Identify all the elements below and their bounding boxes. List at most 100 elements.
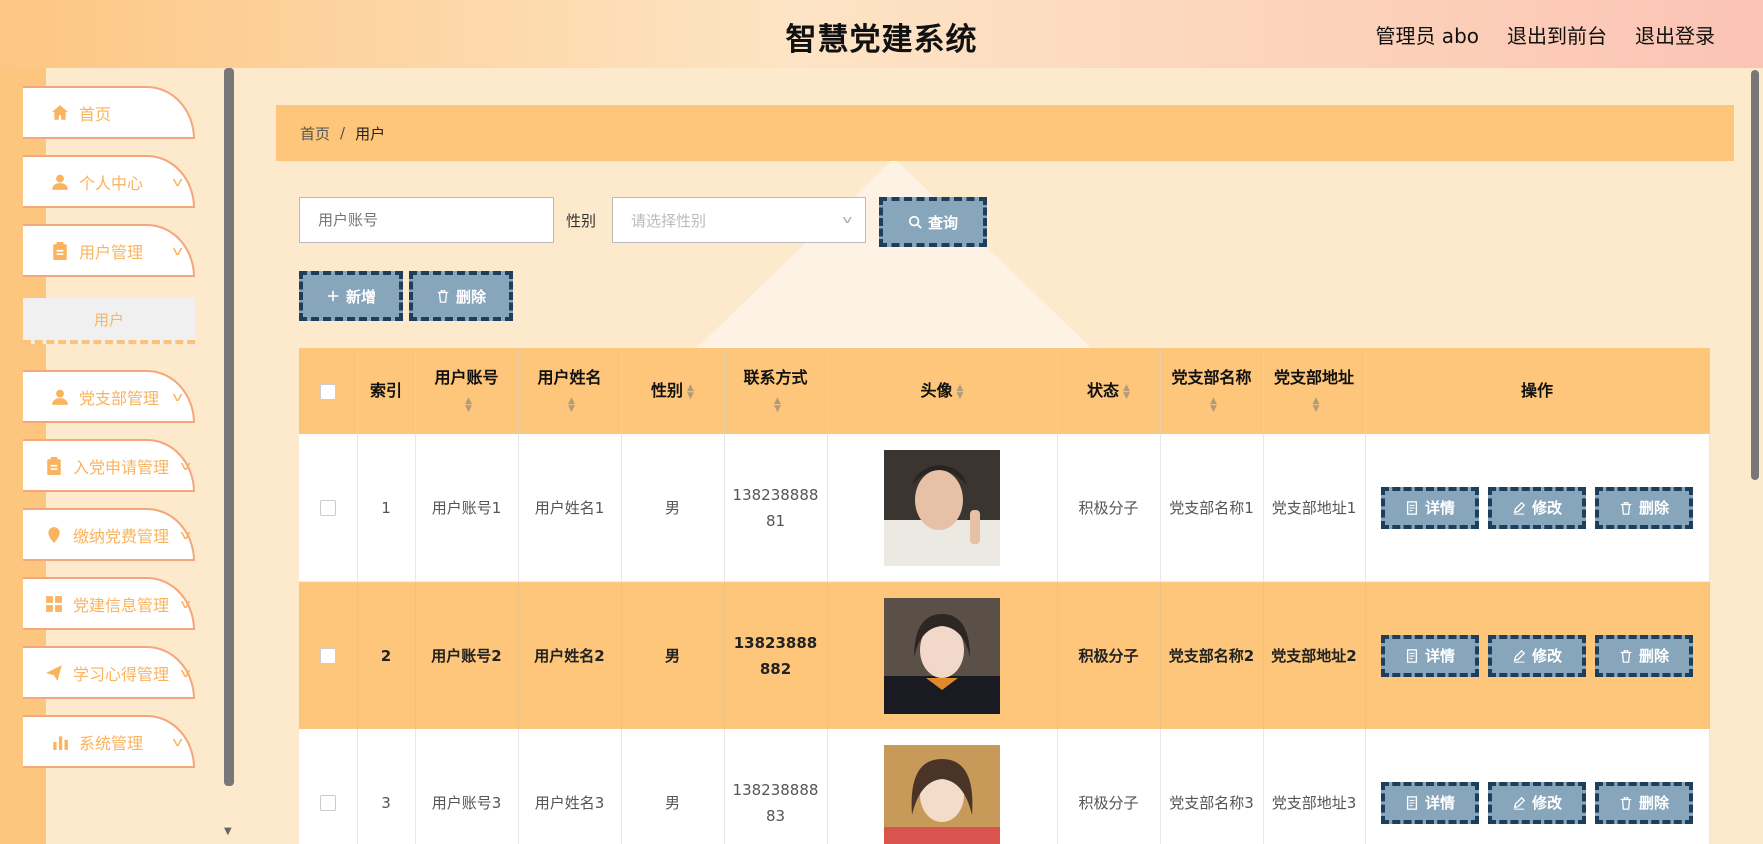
cell-gender: 男 bbox=[621, 434, 725, 582]
sidebar: 首页 个人中心 v 用户管理 v 用户 党支部管理 v 入党申请管理 v 缴纳党… bbox=[0, 68, 236, 844]
logout-link[interactable]: 退出登录 bbox=[1635, 20, 1715, 49]
pencil-icon bbox=[1513, 796, 1526, 810]
table-header-row: 索引 用户账号 ▲ ▼ 用户姓名 ▲ ▼ 性别 ▲ ▼ 联系方式 ▲ ▼ 头像 ▲ ▼ 状态 ▲ ▼ 党… bbox=[299, 348, 1710, 434]
sort-icon[interactable]: ▲ ▼ bbox=[1123, 383, 1130, 400]
delete-button[interactable]: 删除 bbox=[1595, 781, 1693, 824]
sidebar-item-dues-management[interactable]: 缴纳党费管理 v bbox=[23, 508, 195, 561]
gender-select-placeholder: 请选择性别 bbox=[631, 211, 707, 230]
row-checkbox[interactable] bbox=[319, 795, 336, 811]
sidebar-item-user-management[interactable]: 用户管理 v bbox=[23, 224, 195, 277]
person-icon bbox=[51, 388, 69, 406]
edit-button[interactable]: 修改 bbox=[1488, 634, 1586, 677]
edit-button[interactable]: 修改 bbox=[1488, 486, 1586, 529]
header-gender[interactable]: 性别 ▲ ▼ bbox=[621, 348, 725, 434]
chevron-down-icon: v bbox=[180, 666, 191, 680]
sort-icon[interactable]: ▲ ▼ bbox=[1210, 396, 1217, 413]
cell-phone: 13823888881 bbox=[724, 434, 828, 582]
avatar[interactable] bbox=[884, 449, 1000, 566]
select-all-checkbox[interactable] bbox=[319, 383, 336, 400]
row-checkbox[interactable] bbox=[319, 648, 336, 664]
bar-chart-icon bbox=[51, 733, 69, 751]
detail-button[interactable]: 详情 bbox=[1381, 781, 1479, 824]
delete-button[interactable]: 删除 bbox=[1595, 634, 1693, 677]
sort-icon[interactable]: ▲ ▼ bbox=[687, 383, 694, 400]
sidebar-item-label: 党支部管理 bbox=[79, 388, 160, 408]
sidebar-item-label: 缴纳党费管理 bbox=[73, 526, 170, 546]
row-checkbox[interactable] bbox=[319, 500, 336, 516]
sidebar-scrollbar[interactable] bbox=[224, 68, 234, 786]
document-icon bbox=[1406, 648, 1418, 663]
sort-icon[interactable]: ▲ ▼ bbox=[568, 396, 575, 413]
breadcrumb-separator: / bbox=[340, 124, 346, 142]
sort-icon[interactable]: ▲ ▼ bbox=[465, 396, 472, 413]
trash-icon bbox=[1620, 649, 1632, 663]
detail-button[interactable]: 详情 bbox=[1381, 634, 1479, 677]
header-account[interactable]: 用户账号 ▲ ▼ bbox=[415, 348, 519, 434]
row-checkbox-cell[interactable] bbox=[299, 581, 358, 729]
pencil-icon bbox=[1513, 501, 1526, 515]
sidebar-item-home[interactable]: 首页 bbox=[23, 86, 195, 139]
cell-avatar bbox=[827, 434, 1058, 582]
sidebar-item-study-notes-management[interactable]: 学习心得管理 v bbox=[23, 646, 195, 699]
search-button[interactable]: 查询 bbox=[879, 197, 987, 247]
sidebar-item-personal-center[interactable]: 个人中心 v bbox=[23, 155, 195, 208]
header-phone[interactable]: 联系方式 ▲ ▼ bbox=[724, 348, 828, 434]
plus-icon bbox=[327, 290, 339, 302]
sidebar-subitem-users[interactable]: 用户 bbox=[23, 298, 195, 344]
cell-phone: 13823888883 bbox=[724, 729, 828, 844]
header-index: 索引 bbox=[357, 348, 416, 434]
header-branch-address[interactable]: 党支部地址▲ ▼ bbox=[1263, 348, 1366, 434]
exit-to-front-link[interactable]: 退出到前台 bbox=[1507, 20, 1607, 49]
search-icon bbox=[908, 215, 922, 229]
detail-button[interactable]: 详情 bbox=[1381, 486, 1479, 529]
cell-branch-name: 党支部名称1 bbox=[1160, 434, 1264, 582]
sidebar-item-branch-management[interactable]: 党支部管理 v bbox=[23, 370, 195, 423]
cell-name: 用户姓名2 bbox=[518, 581, 622, 729]
cell-account: 用户账号3 bbox=[415, 729, 519, 844]
cell-status: 积极分子 bbox=[1057, 581, 1161, 729]
gender-select[interactable]: 请选择性别 v bbox=[612, 197, 866, 243]
scroll-down-arrow-icon[interactable]: ▼ bbox=[224, 826, 232, 837]
header-select-all[interactable] bbox=[299, 348, 358, 434]
sidebar-item-system-management[interactable]: 系统管理 v bbox=[23, 715, 195, 768]
header-name[interactable]: 用户姓名 ▲ ▼ bbox=[518, 348, 622, 434]
chevron-down-icon: v bbox=[180, 597, 191, 611]
avatar[interactable] bbox=[884, 744, 1000, 844]
users-table: 索引 用户账号 ▲ ▼ 用户姓名 ▲ ▼ 性别 ▲ ▼ 联系方式 ▲ ▼ 头像 ▲ ▼ 状态 ▲ ▼ 党… bbox=[299, 348, 1710, 844]
header-avatar[interactable]: 头像 ▲ ▼ bbox=[827, 348, 1058, 434]
cell-phone: 13823888882 bbox=[724, 581, 828, 729]
header-branch-name[interactable]: 党支部名称▲ ▼ bbox=[1160, 348, 1264, 434]
breadcrumb-home[interactable]: 首页 bbox=[300, 123, 330, 144]
edit-button[interactable]: 修改 bbox=[1488, 781, 1586, 824]
add-button[interactable]: 新增 bbox=[299, 271, 403, 321]
row-checkbox-cell[interactable] bbox=[299, 729, 358, 844]
batch-delete-button[interactable]: 删除 bbox=[409, 271, 513, 321]
location-pin-icon bbox=[45, 526, 63, 544]
chevron-down-icon: v bbox=[172, 244, 183, 258]
delete-button[interactable]: 删除 bbox=[1595, 486, 1693, 529]
sidebar-item-info-management[interactable]: 党建信息管理 v bbox=[23, 577, 195, 630]
sort-icon[interactable]: ▲ ▼ bbox=[957, 383, 964, 400]
table-row: 3 用户账号3 用户姓名3 男 13823888883 积极分子 党支部名称3 … bbox=[299, 729, 1710, 844]
cell-name: 用户姓名3 bbox=[518, 729, 622, 844]
cell-avatar bbox=[827, 581, 1058, 729]
cell-operations: 详情 修改 删除 bbox=[1365, 581, 1710, 729]
account-search-input[interactable] bbox=[299, 197, 554, 243]
sort-icon[interactable]: ▲ ▼ bbox=[774, 396, 781, 413]
gender-label: 性别 bbox=[566, 212, 597, 230]
person-icon bbox=[51, 173, 69, 191]
sidebar-item-application-management[interactable]: 入党申请管理 v bbox=[23, 439, 195, 492]
grid-icon bbox=[45, 595, 63, 613]
trash-icon bbox=[1620, 501, 1632, 515]
header-status[interactable]: 状态 ▲ ▼ bbox=[1057, 348, 1161, 434]
sort-icon[interactable]: ▲ ▼ bbox=[1313, 396, 1320, 413]
cell-avatar bbox=[827, 729, 1058, 844]
breadcrumb-current: 用户 bbox=[355, 124, 386, 143]
breadcrumb: 首页 / 用户 bbox=[276, 105, 1734, 161]
pencil-icon bbox=[1513, 649, 1526, 663]
cell-gender: 男 bbox=[621, 729, 725, 844]
cell-operations: 详情 修改 删除 bbox=[1365, 729, 1710, 844]
main-scrollbar[interactable] bbox=[1751, 70, 1759, 480]
row-checkbox-cell[interactable] bbox=[299, 434, 358, 582]
avatar[interactable] bbox=[884, 597, 1000, 714]
